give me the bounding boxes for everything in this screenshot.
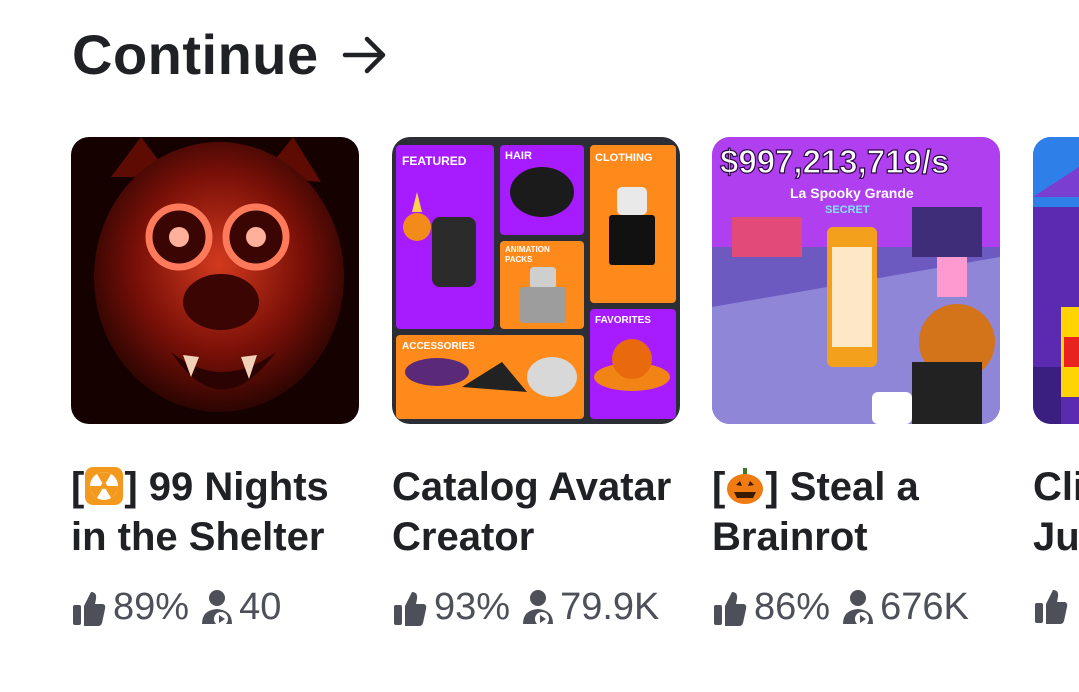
section-title: Continue [72, 23, 319, 86]
game-thumbnail[interactable] [71, 137, 359, 424]
game-title-line2: in the Shelter [71, 515, 325, 559]
rating-value: 89% [113, 586, 190, 628]
svg-text:ACCESSORIES: ACCESSORIES [402, 341, 475, 352]
game-title[interactable]: [ ] 99 Nights in the Shelter [71, 462, 359, 562]
section-header[interactable]: Continue [72, 22, 389, 87]
partial-castle-thumbnail [1033, 137, 1079, 424]
game-title[interactable]: Cli Ju [1033, 462, 1079, 562]
players-icon [523, 589, 554, 626]
players-icon [202, 589, 233, 626]
game-title[interactable]: [ ] Steal a Brainrot [712, 462, 1000, 562]
game-title-line2: Brainrot [712, 515, 868, 559]
player-count: 40 [239, 586, 282, 628]
svg-text:PACKS: PACKS [505, 255, 533, 264]
game-title-line2: Creator [392, 515, 535, 559]
game-title[interactable]: Catalog Avatar Creator [392, 462, 680, 562]
thumbs-up-icon [1035, 590, 1068, 624]
game-stats: 89% 40 [71, 586, 359, 629]
rating-value: 93% [434, 586, 511, 628]
game-card[interactable]: $997,213,719/s La Spooky Grande SECRET [… [712, 137, 1000, 629]
svg-text:ANIMATION: ANIMATION [505, 245, 550, 254]
catalog-categories-thumbnail: FEATURED HAIR CLOTHING ANIMATION PACKS F… [392, 137, 680, 424]
game-card[interactable]: Cli Ju [1033, 137, 1079, 626]
svg-text:HAIR: HAIR [505, 150, 532, 162]
svg-text:SECRET: SECRET [825, 204, 870, 216]
game-title-line1: Cli [1033, 465, 1079, 509]
game-stats: 86% 676K [712, 586, 1000, 629]
svg-text:$997,213,719/s: $997,213,719/s [720, 143, 949, 180]
player-count: 676K [880, 586, 969, 628]
thumbs-up-icon [394, 591, 427, 626]
brainrot-thumbnail: $997,213,719/s La Spooky Grande SECRET [712, 137, 1000, 424]
game-thumbnail[interactable]: FEATURED HAIR CLOTHING ANIMATION PACKS F… [392, 137, 680, 424]
arrow-right-icon[interactable] [341, 31, 389, 79]
players-icon [843, 589, 874, 626]
svg-text:FAVORITES: FAVORITES [595, 315, 651, 326]
game-title-line2: Ju [1033, 515, 1079, 559]
game-thumbnail[interactable] [1033, 137, 1079, 424]
game-stats: 93% 79.9K [392, 586, 680, 629]
thumbs-up-icon [73, 591, 106, 626]
game-card[interactable]: FEATURED HAIR CLOTHING ANIMATION PACKS F… [392, 137, 680, 629]
rating-value: 86% [754, 586, 831, 628]
pumpkin-icon [727, 468, 764, 504]
svg-text:La Spooky Grande: La Spooky Grande [790, 185, 914, 201]
games-row: [ ] 99 Nights in the Shelter 89% 40 FEAT… [0, 137, 1079, 657]
svg-text:FEATURED: FEATURED [402, 154, 467, 168]
player-count: 79.9K [560, 586, 660, 628]
red-wolf-creature-thumbnail [71, 137, 359, 424]
thumbs-up-icon [714, 591, 747, 626]
radiation-icon [85, 467, 124, 505]
game-thumbnail[interactable]: $997,213,719/s La Spooky Grande SECRET [712, 137, 1000, 424]
game-title-line1: Catalog Avatar [392, 465, 672, 509]
svg-text:CLOTHING: CLOTHING [595, 152, 652, 164]
game-stats [1033, 586, 1079, 626]
game-card[interactable]: [ ] 99 Nights in the Shelter 89% 40 [71, 137, 359, 629]
